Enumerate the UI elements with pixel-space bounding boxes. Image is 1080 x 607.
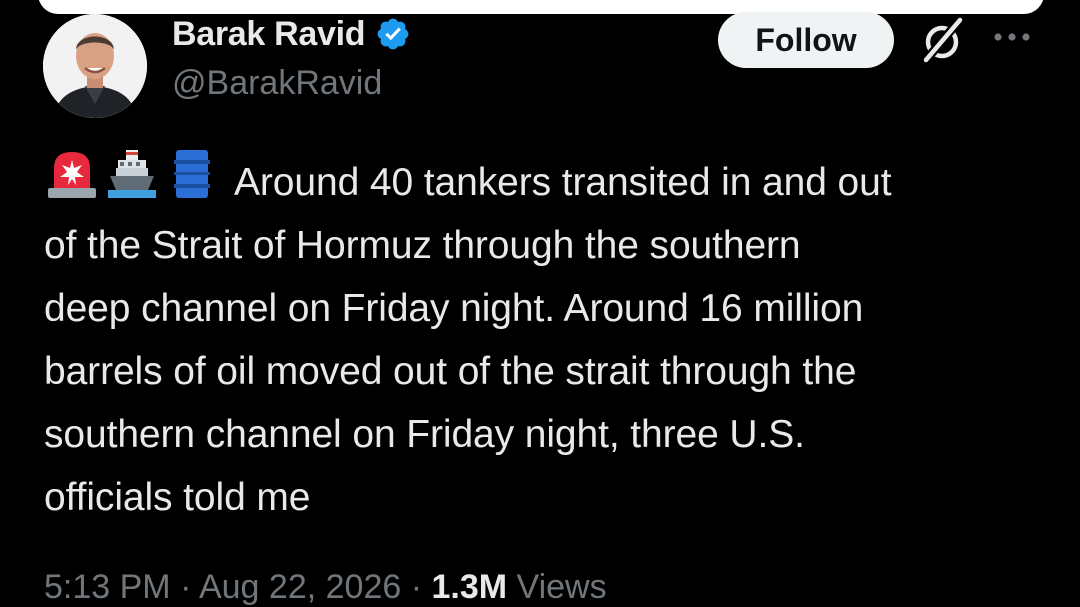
tweet-time[interactable]: 5:13 PM: [44, 568, 171, 606]
oil-drum-emoji: [164, 146, 220, 202]
tweet-date[interactable]: Aug 22, 2026: [199, 568, 401, 606]
meta-separator-2: ·: [401, 568, 432, 606]
grok-icon[interactable]: [918, 16, 968, 66]
more-dots-icon[interactable]: [990, 22, 1034, 52]
verified-badge-icon: [375, 16, 411, 52]
tweet-text: Around 40 tankers transited in and out o…: [44, 146, 1044, 529]
follow-button[interactable]: Follow: [718, 12, 894, 68]
avatar[interactable]: [43, 14, 147, 118]
display-name-row[interactable]: Barak Ravid: [172, 12, 411, 56]
tweet-meta: 5:13 PM · Aug 22, 2026 · 1.3M Views: [44, 568, 607, 607]
views-label: Views: [516, 568, 607, 606]
meta-separator: ·: [170, 568, 199, 606]
ship-emoji: [104, 146, 160, 202]
user-handle[interactable]: @BarakRavid: [172, 64, 382, 103]
tweet-body: Around 40 tankers transited in and out o…: [44, 161, 892, 519]
views-count: 1.3M: [431, 568, 508, 606]
emoji-row: [44, 146, 224, 202]
police-light-emoji: [44, 146, 100, 202]
avatar-photo: [43, 14, 147, 118]
display-name[interactable]: Barak Ravid: [172, 15, 366, 54]
